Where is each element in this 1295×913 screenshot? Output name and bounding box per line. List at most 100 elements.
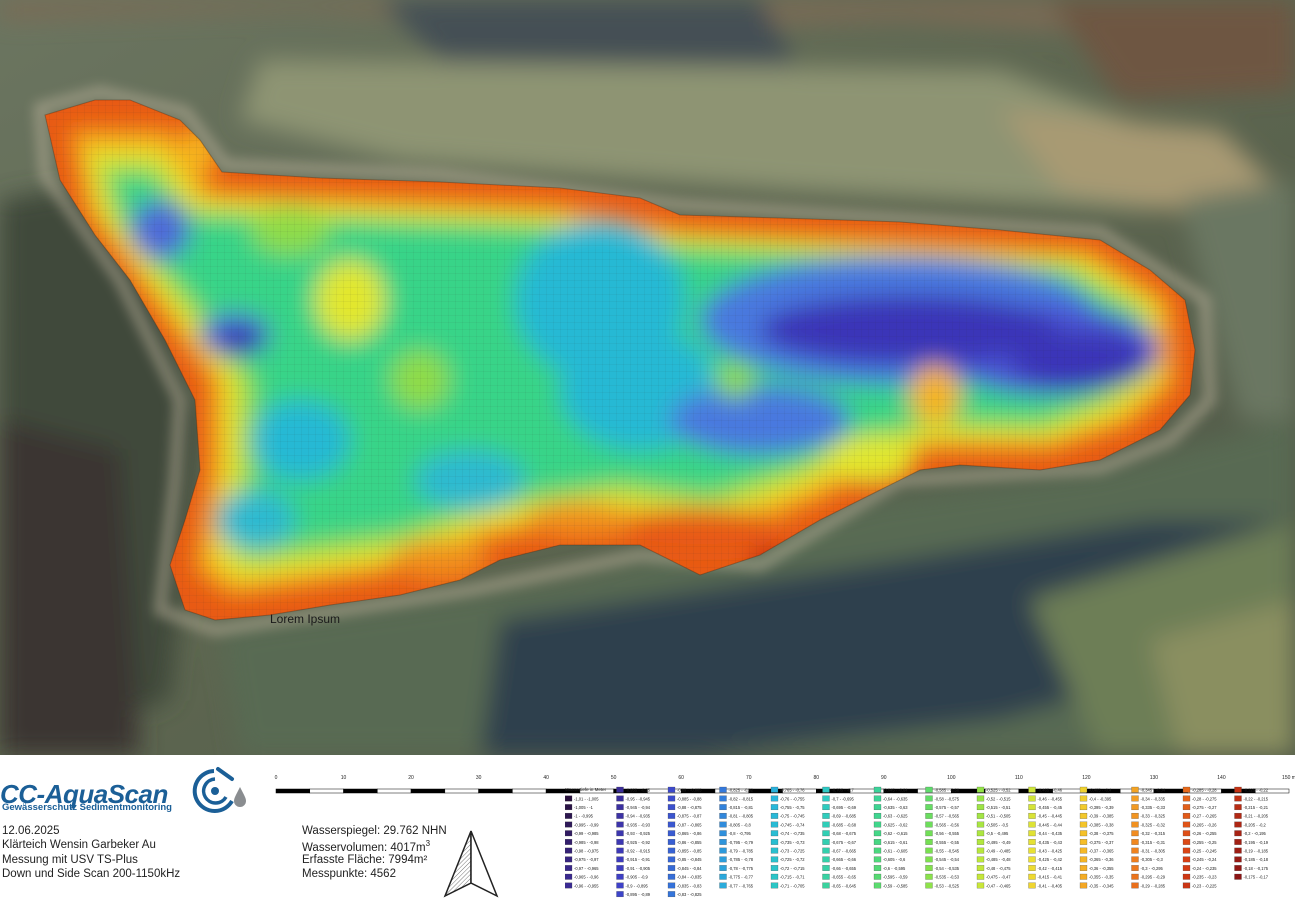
legend-entry-label: -0,675 - -0,67 — [832, 840, 857, 845]
survey-scan: Down und Side Scan 200-1150kHz — [2, 868, 181, 880]
legend-entry-label: -0,545 - -0,54 — [935, 857, 960, 862]
legend-entry-label: -0,86 - -0,855 — [677, 840, 702, 845]
legend-entry-label: -0,775 - -0,77 — [729, 875, 754, 880]
legend-entry-label: -0,415 - -0,41 — [1038, 875, 1063, 880]
legend-entry-label: -0,735 - -0,73 — [780, 840, 805, 845]
legend-entry-label: -0,865 - -0,86 — [677, 831, 702, 836]
legend-swatch — [1028, 856, 1036, 863]
legend-entry-label: -0,985 - -0,98 — [574, 840, 599, 845]
legend-entry-label: -0,615 - -0,61 — [883, 840, 908, 845]
legend-swatch — [565, 856, 573, 863]
legend-entry-label: -0,54 - -0,535 — [935, 866, 960, 871]
legend-entry-label: -0,87 - -0,865 — [677, 822, 702, 827]
legend-entry-label: -0,64 - -0,635 — [883, 796, 908, 801]
logo-tagline: Gewässerschutz Sedimentmonitoring — [2, 802, 172, 813]
legend-swatch — [1079, 865, 1088, 871]
legend-entry-label: -0,445 - -0,44 — [1038, 822, 1063, 827]
legend-entry-label: -0,81 - -0,805 — [729, 814, 754, 819]
legend-entry-label: -0,585 - -0,58 — [935, 788, 960, 793]
legend-swatch — [1079, 856, 1088, 863]
legend-entry-label: -0,4 - -0,395 — [1089, 796, 1112, 801]
legend-swatch — [1234, 856, 1242, 863]
legend-swatch — [1028, 821, 1036, 828]
legend-swatch — [1131, 873, 1139, 880]
scale-tick-label: 90 — [881, 775, 887, 781]
legend-swatch — [1079, 873, 1088, 880]
legend-swatch — [667, 830, 676, 837]
legend-entry-label: -0,175 - -0,17 — [1244, 875, 1269, 880]
scale-segment — [309, 788, 344, 794]
scale-tick-label: 100 — [947, 775, 956, 781]
legend-swatch — [1079, 804, 1088, 811]
legend-swatch — [873, 873, 882, 880]
survey-location: Klärteich Wensin Garbeker Au — [2, 839, 156, 851]
legend-swatch — [873, 865, 882, 871]
legend-entry-label: -0,91 - -0,905 — [626, 866, 651, 871]
legend-swatch — [976, 812, 985, 819]
legend-swatch — [1079, 786, 1088, 793]
legend-entry-label: -0,79 - -0,785 — [729, 849, 754, 854]
legend-swatch — [1131, 812, 1139, 819]
legend-swatch — [770, 839, 779, 845]
legend-entry-label: -0,215 - -0,21 — [1244, 805, 1269, 810]
legend-swatch — [719, 882, 727, 889]
legend-swatch — [925, 812, 933, 819]
legend-entry-label: -0,69 - -0,685 — [832, 814, 857, 819]
legend-entry-label: -0,26 - -0,255 — [1192, 831, 1217, 836]
legend-swatch — [1234, 847, 1242, 854]
scale-tick-label: 30 — [476, 775, 482, 781]
legend-entry-label: -0,67 - -0,665 — [832, 849, 857, 854]
legend-swatch — [925, 882, 933, 889]
legend-swatch — [565, 882, 573, 889]
legend-entry-label: -0,355 - -0,35 — [1089, 875, 1114, 880]
scale-tick-label: 80 — [813, 775, 819, 781]
legend-swatch — [1182, 847, 1191, 854]
legend-entry-label: -0,715 - -0,71 — [780, 875, 805, 880]
legend-entry-label: -0,455 - -0,45 — [1038, 805, 1063, 810]
scale-tick-label: 140 — [1217, 775, 1226, 781]
legend-swatch — [667, 804, 676, 811]
legend-swatch — [770, 821, 779, 828]
legend-entry-label: -0,725 - -0,72 — [780, 857, 805, 862]
water-volume-unit-sup: 3 — [425, 839, 431, 848]
legend-swatch — [1028, 786, 1036, 793]
legend-entry-label: -0,38 - -0,375 — [1089, 831, 1114, 836]
legend-entry-label: -0,94 - -0,935 — [626, 814, 651, 819]
scale-segment — [444, 788, 479, 794]
legend-swatch — [719, 856, 727, 863]
legend-swatch — [1234, 873, 1242, 880]
legend-entry-label: -0,99 - -0,985 — [574, 831, 599, 836]
legend-entry-label: -0,905 - -0,9 — [626, 875, 649, 880]
legend-swatch — [770, 873, 779, 880]
legend-swatch — [616, 847, 624, 854]
legend-swatch — [822, 856, 830, 863]
legend-entry-label: -0,835 - -0,83 — [677, 883, 702, 888]
legend-swatch — [1028, 882, 1036, 889]
legend-entry-label: -0,36 - -0,355 — [1089, 866, 1114, 871]
legend-entry-label: -0,815 - -0,81 — [729, 805, 754, 810]
legend-swatch — [1028, 795, 1036, 802]
scale-tick-label: 110 — [1015, 775, 1023, 781]
legend-swatch — [667, 891, 676, 898]
legend-entry-label: -0,2 - -0,195 — [1244, 831, 1267, 836]
legend-entry-label: -0,8 - -0,795 — [729, 831, 752, 836]
legend-entry-label: -0,33 - -0,325 — [1141, 814, 1166, 819]
legend-entry-label: -0,25 - -0,245 — [1192, 849, 1217, 854]
legend-entry-label: -1,005 - -1 — [574, 805, 594, 810]
legend-entry-label: -0,795 - -0,79 — [729, 840, 754, 845]
legend-entry-label: -0,755 - -0,75 — [780, 805, 805, 810]
legend-entry-label: -0,74 - -0,735 — [780, 831, 805, 836]
legend-entry-label: -0,55 - -0,545 — [935, 849, 960, 854]
legend-swatch — [1028, 839, 1036, 845]
scale-segment — [275, 788, 311, 794]
legend-entry-label: -0,59 - -0,585 — [883, 883, 908, 888]
legend-entry-label: -0,97 - -0,965 — [574, 866, 599, 871]
legend-swatch — [616, 812, 624, 819]
legend-swatch — [1131, 882, 1139, 889]
legend-entry-label: -0,885 - -0,88 — [677, 796, 702, 801]
legend-entry-label: -0,73 - -0,725 — [780, 849, 805, 854]
legend-swatch — [822, 795, 830, 802]
legend-swatch — [1234, 821, 1242, 828]
legend-entry-label: -0,295 - -0,29 — [1141, 875, 1166, 880]
legend-entry-label: -0,23 - -0,225 — [1192, 883, 1217, 888]
